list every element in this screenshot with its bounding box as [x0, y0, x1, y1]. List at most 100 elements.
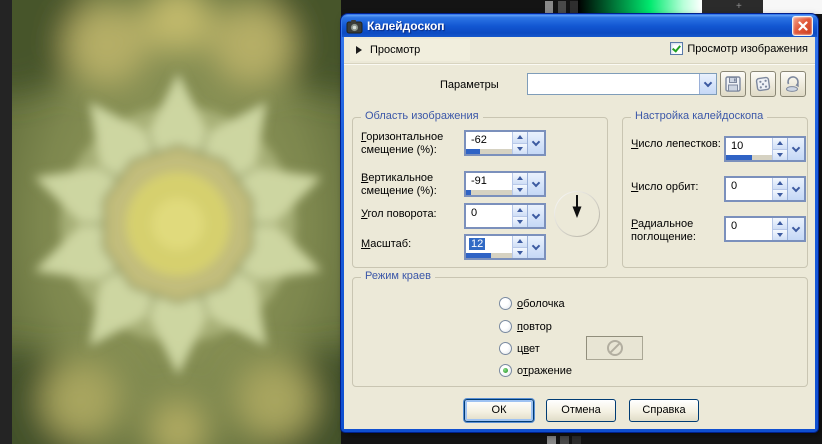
dialog-titlebar[interactable]: Калейдоскоп — [342, 15, 817, 37]
image-preview-canvas — [0, 0, 341, 444]
rotation-angle-label: Угол поворота: — [361, 208, 461, 221]
slider-dropdown-button[interactable] — [787, 138, 804, 160]
spin-up-button[interactable] — [513, 236, 527, 248]
divider — [344, 63, 815, 65]
ok-button[interactable]: ОК — [464, 399, 534, 422]
help-button[interactable]: Справка — [629, 399, 699, 422]
close-icon — [798, 21, 808, 31]
save-preset-button[interactable] — [720, 71, 746, 97]
preview-checkbox-label: Просмотр изображения — [687, 43, 808, 55]
field-value[interactable]: -62 — [469, 134, 489, 146]
slider-dropdown-button[interactable] — [527, 173, 544, 195]
image-area-group: Область изображения Горизонтальное смеще… — [352, 117, 608, 268]
presets-combobox[interactable] — [527, 73, 717, 95]
checkbox-icon[interactable] — [670, 42, 683, 55]
petal-count-spinner[interactable]: 10 — [724, 136, 806, 162]
check-mark-icon — [672, 43, 681, 52]
up-arrow-icon — [777, 221, 783, 225]
vertical-offset-label: Вертикальное смещение (%): — [361, 172, 461, 198]
spin-up-button[interactable] — [513, 173, 527, 185]
spin-up-button[interactable] — [513, 132, 527, 144]
gradient-swatch-strip — [578, 0, 702, 13]
radio-icon[interactable] — [499, 364, 512, 377]
spin-down-button[interactable] — [773, 150, 787, 161]
field-value[interactable]: 10 — [729, 140, 745, 152]
spin-up-button[interactable] — [773, 178, 787, 190]
close-button[interactable] — [792, 16, 813, 36]
spin-down-button[interactable] — [513, 217, 527, 228]
statusbar-handle — [572, 436, 581, 444]
slider-dropdown-button[interactable] — [787, 178, 804, 200]
chevron-down-icon — [792, 223, 800, 231]
spin-up-button[interactable] — [773, 218, 787, 230]
radio-reflect[interactable]: отражение — [499, 363, 572, 378]
edge-color-swatch[interactable] — [586, 336, 643, 360]
field-value[interactable]: 12 — [469, 238, 485, 250]
up-arrow-icon — [517, 208, 523, 212]
randomize-button[interactable] — [750, 71, 776, 97]
angle-dial[interactable] — [554, 191, 600, 237]
value-slider-track[interactable] — [466, 149, 512, 154]
chevron-down-icon — [532, 178, 540, 186]
chevron-down-icon — [792, 143, 800, 151]
no-color-icon — [607, 340, 623, 356]
statusbar-handle — [547, 436, 556, 444]
radio-color[interactable]: цвет — [499, 341, 540, 356]
down-arrow-icon — [777, 233, 783, 237]
value-slider-fill — [466, 253, 491, 258]
radio-wrap[interactable]: оболочка — [499, 296, 565, 311]
radio-icon[interactable] — [499, 320, 512, 333]
cancel-button[interactable]: Отмена — [546, 399, 616, 422]
kaleidoscope-dialog: Калейдоскоп Просмотр Просмотр изображени… — [341, 14, 818, 432]
camera-icon — [346, 19, 363, 34]
presets-combo-value[interactable] — [528, 74, 699, 94]
spin-down-button[interactable] — [513, 144, 527, 155]
value-slider-track[interactable] — [466, 190, 512, 195]
preview-image-checkbox[interactable]: Просмотр изображения — [670, 42, 808, 55]
app-background-top: + — [341, 0, 822, 14]
spin-up-button[interactable] — [773, 138, 787, 150]
field-value[interactable]: 0 — [469, 207, 479, 219]
vertical-offset-spinner[interactable]: -91 — [464, 171, 546, 197]
app-background-bottom — [341, 432, 822, 444]
scale-spinner[interactable]: 12 — [464, 234, 546, 260]
chevron-down-icon — [532, 210, 540, 218]
dice-icon — [754, 75, 772, 93]
toolbar-handle — [545, 1, 553, 13]
rotation-angle-spinner[interactable]: 0 — [464, 203, 546, 229]
slider-dropdown-button[interactable] — [527, 236, 544, 258]
orbit-count-spinner[interactable]: 0 — [724, 176, 806, 202]
field-value[interactable]: -91 — [469, 175, 489, 187]
value-slider-track[interactable] — [726, 155, 772, 160]
spin-up-button[interactable] — [513, 205, 527, 217]
combo-dropdown-button[interactable] — [699, 74, 716, 94]
chevron-down-icon — [792, 183, 800, 191]
field-value[interactable]: 0 — [729, 180, 739, 192]
radio-repeat[interactable]: повтор — [499, 319, 552, 334]
plus-icon: + — [736, 1, 742, 13]
radio-icon[interactable] — [499, 342, 512, 355]
spin-down-button[interactable] — [773, 230, 787, 241]
toolbar-handle — [570, 1, 578, 13]
statusbar-handle — [560, 436, 569, 444]
down-arrow-icon — [517, 220, 523, 224]
preview-expander[interactable]: Просмотр — [350, 39, 470, 61]
spin-down-button[interactable] — [773, 190, 787, 201]
field-value[interactable]: 0 — [729, 220, 739, 232]
slider-dropdown-button[interactable] — [787, 218, 804, 240]
reset-button[interactable] — [780, 71, 806, 97]
scale-label: Масштаб: — [361, 238, 461, 251]
radial-suction-label: Радиальное поглощение: — [631, 218, 721, 244]
down-arrow-icon — [517, 251, 523, 255]
kaleidoscope-settings-group: Настройка калейдоскопа Число лепестков: … — [622, 117, 808, 268]
slider-dropdown-button[interactable] — [527, 132, 544, 154]
radio-icon[interactable] — [499, 297, 512, 310]
group-title: Настройка калейдоскопа — [631, 110, 767, 122]
radial-suction-spinner[interactable]: 0 — [724, 216, 806, 242]
spin-down-button[interactable] — [513, 185, 527, 196]
value-slider-track[interactable] — [466, 253, 512, 258]
spin-down-button[interactable] — [513, 248, 527, 259]
slider-dropdown-button[interactable] — [527, 205, 544, 227]
chevron-down-icon — [532, 241, 540, 249]
horizontal-offset-spinner[interactable]: -62 — [464, 130, 546, 156]
